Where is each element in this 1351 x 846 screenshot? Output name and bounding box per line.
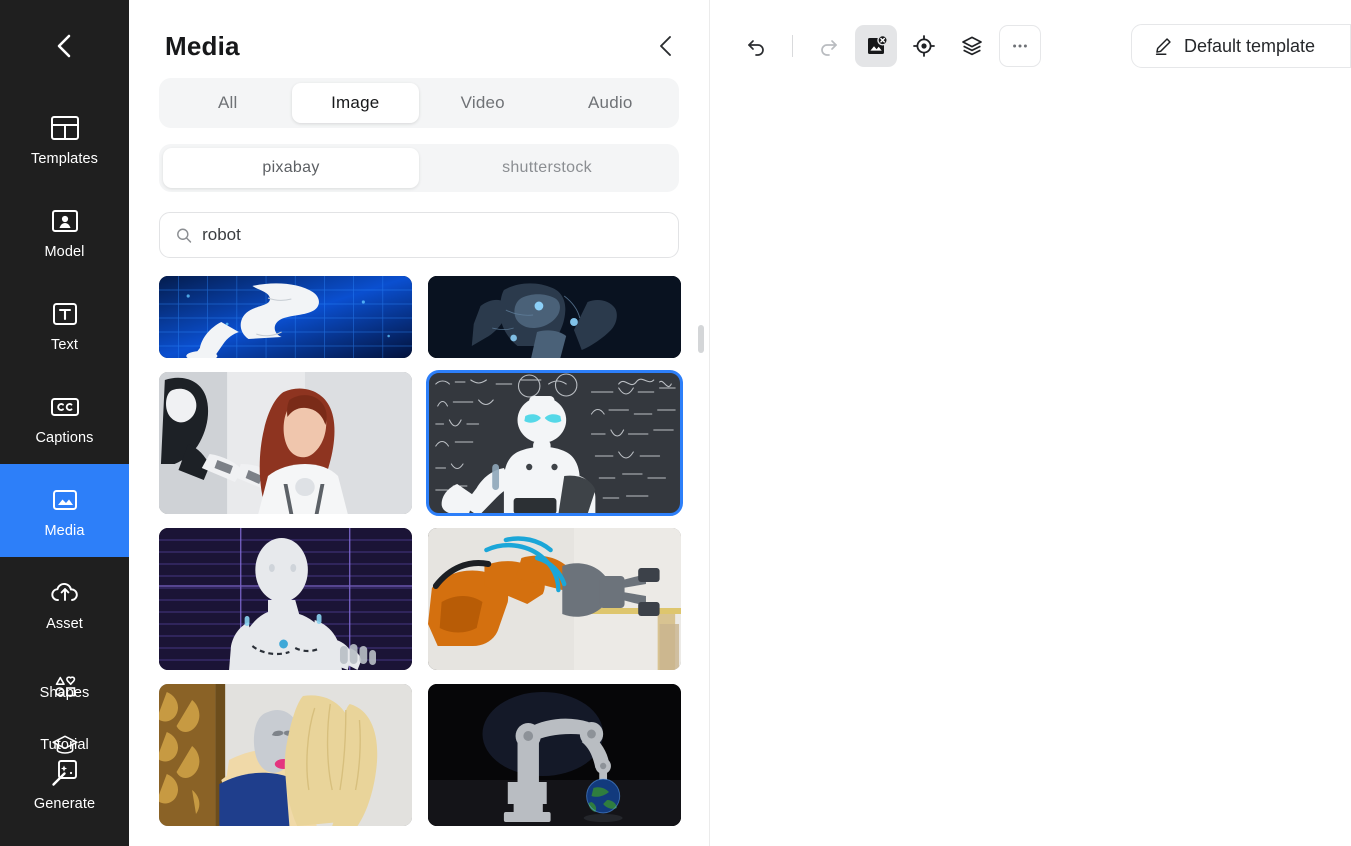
sidebar-item-generate[interactable]: Generate [0, 756, 129, 812]
panel-collapse-button[interactable] [651, 29, 681, 63]
image-remove-icon [868, 34, 888, 54]
sidebar-item-label: Shapes [39, 685, 90, 702]
media-panel-header: Media [129, 0, 709, 70]
sidebar-item-label: Asset [46, 615, 83, 632]
tab-pixabay[interactable]: pixabay [163, 148, 419, 188]
editor-area: Default template [710, 0, 1351, 846]
ellipsis-icon [1013, 44, 1027, 48]
search-icon [177, 228, 192, 243]
template-button[interactable]: Default template [1131, 24, 1351, 68]
captions-icon [48, 390, 82, 424]
media-result-item[interactable] [428, 276, 681, 358]
media-panel-scrollbar[interactable] [698, 325, 704, 353]
media-result-item[interactable] [428, 528, 681, 670]
tab-all[interactable]: All [164, 83, 292, 123]
sidebar-item-templates[interactable]: Templates [0, 92, 129, 185]
media-result-item[interactable] [428, 684, 681, 826]
media-result-item[interactable] [159, 528, 412, 670]
sidebar-item-model[interactable]: Model [0, 185, 129, 278]
media-results-grid [159, 276, 691, 846]
tab-audio[interactable]: Audio [547, 83, 675, 123]
focus-button[interactable] [903, 25, 945, 67]
more-options-button[interactable] [999, 25, 1041, 67]
redo-icon [821, 40, 837, 56]
templates-icon [48, 111, 82, 145]
sidebar-item-label: Templates [31, 150, 98, 167]
media-result-item[interactable] [159, 684, 412, 826]
media-search[interactable] [159, 212, 679, 258]
toolbar-divider [792, 35, 793, 57]
layers-button[interactable] [951, 25, 993, 67]
left-sidebar: Templates Model Text Captions Media Asse… [0, 0, 129, 846]
pencil-icon [1155, 38, 1171, 55]
undo-button[interactable] [736, 25, 778, 67]
target-icon [913, 35, 935, 57]
page-title: Media [165, 30, 240, 61]
media-type-tabs: All Image Video Audio [159, 78, 679, 128]
tab-shutterstock[interactable]: shutterstock [419, 148, 675, 188]
chevron-left-icon [57, 34, 70, 58]
media-icon [48, 483, 82, 517]
tab-video[interactable]: Video [419, 83, 547, 123]
media-panel: Media All Image Video Audio pixabay shut… [129, 0, 710, 846]
chevron-left-icon [660, 36, 671, 56]
sidebar-item-captions[interactable]: Captions [0, 371, 129, 464]
editor-toolbar: Default template [710, 0, 1351, 92]
sidebar-item-asset[interactable]: Asset [0, 557, 129, 650]
search-input[interactable] [202, 225, 662, 245]
remove-background-button[interactable] [855, 25, 897, 67]
model-icon [48, 204, 82, 238]
template-button-label: Default template [1184, 35, 1316, 56]
media-result-item[interactable] [159, 372, 412, 514]
asset-upload-icon [48, 576, 82, 610]
sidebar-item-label: Model [44, 243, 85, 260]
sidebar-item-text[interactable]: Text [0, 278, 129, 371]
sidebar-item-label: Captions [35, 429, 94, 446]
sidebar-item-label: Text [51, 336, 78, 353]
sidebar-item-media[interactable]: Media [0, 464, 129, 557]
sidebar-item-label: Generate [33, 796, 96, 813]
media-result-item-selected[interactable] [426, 370, 683, 516]
layers-icon [962, 36, 982, 56]
redo-button[interactable] [807, 25, 849, 67]
media-source-tabs: pixabay shutterstock [159, 144, 679, 192]
sidebar-back-button[interactable] [0, 0, 129, 92]
sidebar-item-label: Media [44, 522, 85, 539]
sidebar-item-label: Tutorial [40, 737, 89, 754]
undo-icon [748, 40, 764, 56]
tab-image[interactable]: Image [291, 83, 419, 123]
text-icon [48, 297, 82, 331]
app-root: Templates Model Text Captions Media Asse… [0, 0, 1351, 846]
magic-wand-icon [48, 756, 82, 790]
media-result-item[interactable] [159, 276, 412, 358]
